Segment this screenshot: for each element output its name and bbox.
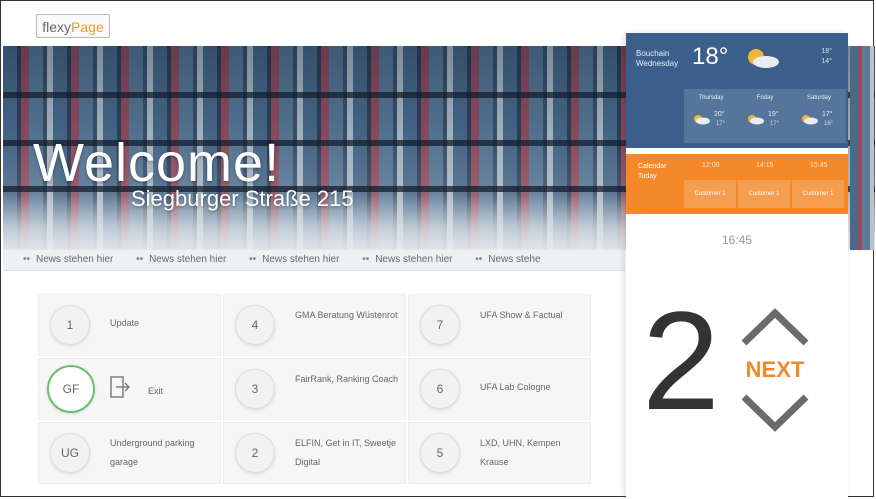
room-badge: 5 [420,433,460,473]
room-badge: 7 [420,305,460,345]
room-tile-2[interactable]: 2 ELFIN, Get in IT, Sweetje Digital [223,422,406,484]
room-tile-6[interactable]: 6 UFA Lab Cologne [408,358,591,420]
welcome-heading: Welcome! [33,133,281,193]
forecast-day-label: Saturday [806,95,831,101]
logo-text-accent: Page [71,19,104,35]
room-label: FairRank, Ranking Coach [295,374,399,384]
clock: 16:45 [721,233,753,247]
weather-city: Bouchain [636,49,670,58]
ticker-item: •• News stehen hier [23,254,114,265]
ticker-item: •• News stehe [475,254,541,265]
room-tile-5[interactable]: 5 LXD, UHN, Kempen Krause [408,422,591,484]
room-badge-current: GF [47,365,95,413]
forecast-low: 17° [716,121,726,127]
ticker-arrow-icon: •• [136,254,144,265]
calendar-entry[interactable]: Customer 1 [792,180,844,208]
chevron-down-icon[interactable] [740,393,810,433]
calendar-time: 14:15 [756,162,774,169]
forecast-low: 16° [824,121,834,127]
forecast-day-label: Friday [756,95,774,101]
weather-hi-lo: 18° 14° [821,47,832,67]
weather-low: 14° [821,58,832,65]
partly-sunny-icon [748,49,779,68]
room-label: Exit [148,386,164,396]
partly-sunny-icon [802,115,818,125]
room-label: Underground parking garage [110,438,195,467]
room-badge: 2 [235,433,275,473]
room-tile-3[interactable]: 3 FairRank, Ranking Coach [223,358,406,420]
room-label: UFA Show & Factual [480,310,563,320]
room-tile-7[interactable]: 7 UFA Show & Factual [408,294,591,356]
hero-banner-edge [850,46,874,250]
address-subtitle: Siegburger Straße 215 [131,186,354,211]
calendar-time: 15:45 [810,162,828,169]
ticker-arrow-icon: •• [475,254,483,265]
room-badge: 4 [235,305,275,345]
room-label: Update [110,318,140,328]
forecast-day: Friday 19° 17° [738,89,792,143]
chevron-up-icon[interactable] [740,307,810,347]
forecast-high: 17° [822,111,833,118]
room-badge: 6 [420,369,460,409]
partly-sunny-icon [748,115,764,125]
calendar-title: Calendar Today [638,162,666,182]
room-directory: 1 Update 4 GMA Beratung Wüstenrot 7 UFA … [38,294,592,486]
forecast-day: Thursday 20° 17° [684,89,738,143]
ticker-arrow-icon: •• [249,254,257,265]
calendar-entry[interactable]: Customer 1 [738,180,790,208]
calendar-title-text: Calendar [638,163,667,170]
calendar-time: 12:00 [702,162,720,169]
ticker-item: •• News stehen hier [136,254,227,265]
forecast-low: 17° [770,121,780,127]
exit-icon [110,376,130,398]
next-floor-button[interactable]: NEXT [740,357,810,383]
room-label: UFA Lab Cologne [480,382,551,392]
room-tile-ground-floor[interactable]: GF Exit [38,358,221,420]
logo: flexyPage [36,14,110,38]
calendar-subtitle: Today [638,173,657,180]
room-tile-underground[interactable]: UG Underground parking garage [38,422,221,484]
ticker-arrow-icon: •• [23,254,31,265]
calendar-widget: Calendar Today 12:00 14:15 15:45 Custome… [626,154,848,214]
room-label: LXD, UHN, Kempen Krause [480,438,561,467]
room-tile-1[interactable]: 1 Update [38,294,221,356]
room-label: ELFIN, Get in IT, Sweetje Digital [295,438,397,467]
ticker-arrow-icon: •• [362,254,370,265]
weather-high: 18° [821,48,832,55]
room-label: GMA Beratung Wüstenrot [295,310,398,320]
room-badge: UG [50,433,90,473]
info-sidebar: Bouchain Wednesday 18° 18° 14° Thursday … [626,33,848,499]
ticker-item: •• News stehen hier [249,254,340,265]
ticker-item: •• News stehen hier [362,254,453,265]
weather-widget: Bouchain Wednesday 18° 18° 14° Thursday … [626,33,848,148]
forecast-day: Saturday 17° 16° [792,89,846,143]
forecast-high: 19° [768,111,779,118]
floor-navigator: NEXT [738,303,810,443]
calendar-entry[interactable]: Customer 1 [684,180,736,208]
weather-current-temp: 18° [692,43,729,70]
news-ticker: •• News stehen hier •• News stehen hier ••… [3,250,625,271]
partly-sunny-icon [694,115,710,125]
weather-location: Bouchain Wednesday [636,49,678,69]
room-badge: 3 [235,369,275,409]
floor-number: 2 [642,282,720,439]
room-badge: 1 [50,305,90,345]
forecast-high: 20° [714,111,725,118]
weather-day: Wednesday [636,59,679,68]
forecast-day-label: Thursday [698,95,724,101]
logo-text: flexy [42,19,72,35]
room-tile-4[interactable]: 4 GMA Beratung Wüstenrot [223,294,406,356]
